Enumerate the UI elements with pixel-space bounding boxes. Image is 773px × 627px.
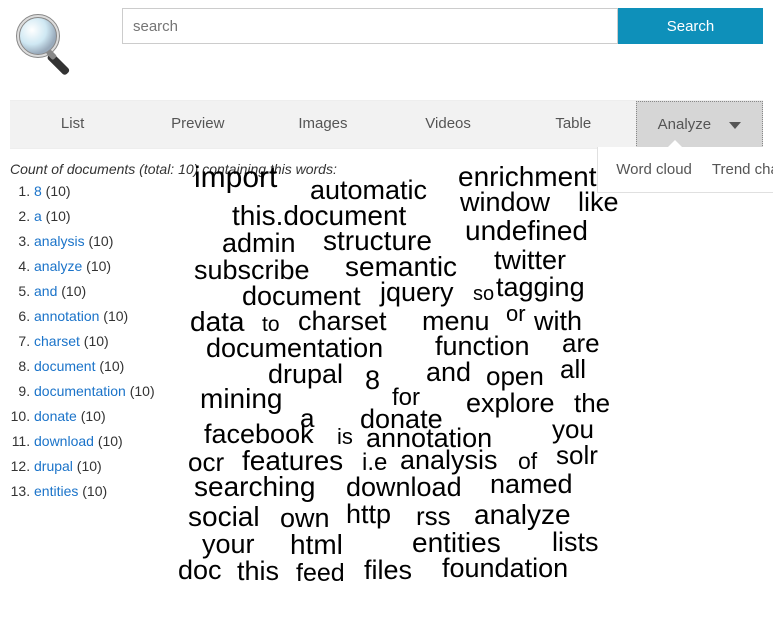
word-count: (10)	[85, 233, 114, 249]
cloud-word[interactable]: solr	[556, 440, 598, 471]
word-count: (10)	[57, 283, 86, 299]
cloud-word[interactable]: and	[426, 357, 471, 388]
word-link[interactable]: document	[34, 358, 95, 374]
chevron-down-icon	[729, 122, 741, 129]
cloud-word[interactable]: or	[506, 301, 526, 327]
word-list-item: analysis (10)	[34, 231, 170, 252]
word-count: (10)	[99, 308, 128, 324]
tab-videos[interactable]: Videos	[386, 101, 511, 148]
cloud-word[interactable]: this	[237, 556, 279, 587]
word-link[interactable]: 8	[34, 183, 42, 199]
word-link[interactable]: charset	[34, 333, 80, 349]
word-link[interactable]: and	[34, 283, 57, 299]
cloud-word[interactable]: html	[290, 529, 343, 561]
cloud-word[interactable]: import	[194, 161, 277, 195]
search-button[interactable]: Search	[618, 8, 763, 44]
tab-preview[interactable]: Preview	[135, 101, 260, 148]
magnifier-logo	[10, 8, 82, 80]
word-list-item: drupal (10)	[34, 456, 170, 477]
word-count: (10)	[42, 183, 71, 199]
cloud-word[interactable]: all	[560, 354, 586, 385]
word-count: (10)	[77, 408, 106, 424]
cloud-word[interactable]: explore	[466, 388, 555, 419]
cloud-word[interactable]: jquery	[380, 277, 454, 308]
word-list-item: 8 (10)	[34, 181, 170, 202]
dropdown-trend[interactable]: Trend chart	[712, 161, 773, 178]
cloud-word[interactable]: files	[364, 555, 412, 586]
word-list-item: and (10)	[34, 281, 170, 302]
count-label: Count of documents (total: 10) containin…	[10, 161, 170, 177]
cloud-word[interactable]: http	[346, 499, 391, 530]
word-list-item: a (10)	[34, 206, 170, 227]
word-count: (10)	[42, 208, 71, 224]
cloud-word[interactable]: so	[473, 283, 494, 306]
word-link[interactable]: a	[34, 208, 42, 224]
word-count: (10)	[126, 383, 155, 399]
tab-analyze-label: Analyze	[658, 116, 711, 133]
word-link[interactable]: download	[34, 433, 94, 449]
word-list-item: documentation (10)	[34, 381, 170, 402]
word-list-item: charset (10)	[34, 331, 170, 352]
word-list-item: document (10)	[34, 356, 170, 377]
word-link[interactable]: entities	[34, 483, 78, 499]
word-list: 8 (10)a (10)analysis (10)analyze (10)and…	[10, 181, 170, 502]
tabs: List Preview Images Videos Table Analyze…	[10, 100, 763, 149]
word-link[interactable]: documentation	[34, 383, 126, 399]
word-list-item: donate (10)	[34, 406, 170, 427]
tab-table[interactable]: Table	[511, 101, 636, 148]
cloud-word[interactable]: doc	[178, 555, 222, 586]
dropdown-wordcloud[interactable]: Word cloud	[616, 161, 692, 178]
word-link[interactable]: annotation	[34, 308, 99, 324]
tab-images[interactable]: Images	[260, 101, 385, 148]
cloud-word[interactable]: mining	[200, 383, 282, 415]
word-count: (10)	[73, 458, 102, 474]
cloud-word[interactable]: window	[460, 187, 550, 218]
word-cloud: importautomaticenrichmentthis.documentwi…	[170, 161, 763, 601]
word-count: (10)	[94, 433, 123, 449]
word-list-item: annotation (10)	[34, 306, 170, 327]
cloud-word[interactable]: searching	[194, 471, 315, 503]
tab-analyze[interactable]: Analyze Word cloud Trend chart	[636, 101, 763, 148]
word-link[interactable]: analyze	[34, 258, 82, 274]
cloud-word[interactable]: 8	[365, 365, 380, 396]
cloud-word[interactable]: named	[490, 469, 573, 500]
word-count: (10)	[80, 333, 109, 349]
tab-list[interactable]: List	[10, 101, 135, 148]
word-link[interactable]: analysis	[34, 233, 85, 249]
word-count: (10)	[95, 358, 124, 374]
analyze-dropdown: Word cloud Trend chart	[597, 147, 773, 193]
cloud-word[interactable]: undefined	[465, 215, 588, 247]
word-list-item: entities (10)	[34, 481, 170, 502]
word-count: (10)	[78, 483, 107, 499]
cloud-word[interactable]: foundation	[442, 553, 568, 584]
search-input[interactable]	[122, 8, 618, 44]
cloud-word[interactable]: tagging	[496, 272, 585, 303]
word-link[interactable]: drupal	[34, 458, 73, 474]
word-list-item: analyze (10)	[34, 256, 170, 277]
word-list-item: download (10)	[34, 431, 170, 452]
word-link[interactable]: donate	[34, 408, 77, 424]
word-count: (10)	[82, 258, 111, 274]
cloud-word[interactable]: feed	[296, 559, 345, 588]
